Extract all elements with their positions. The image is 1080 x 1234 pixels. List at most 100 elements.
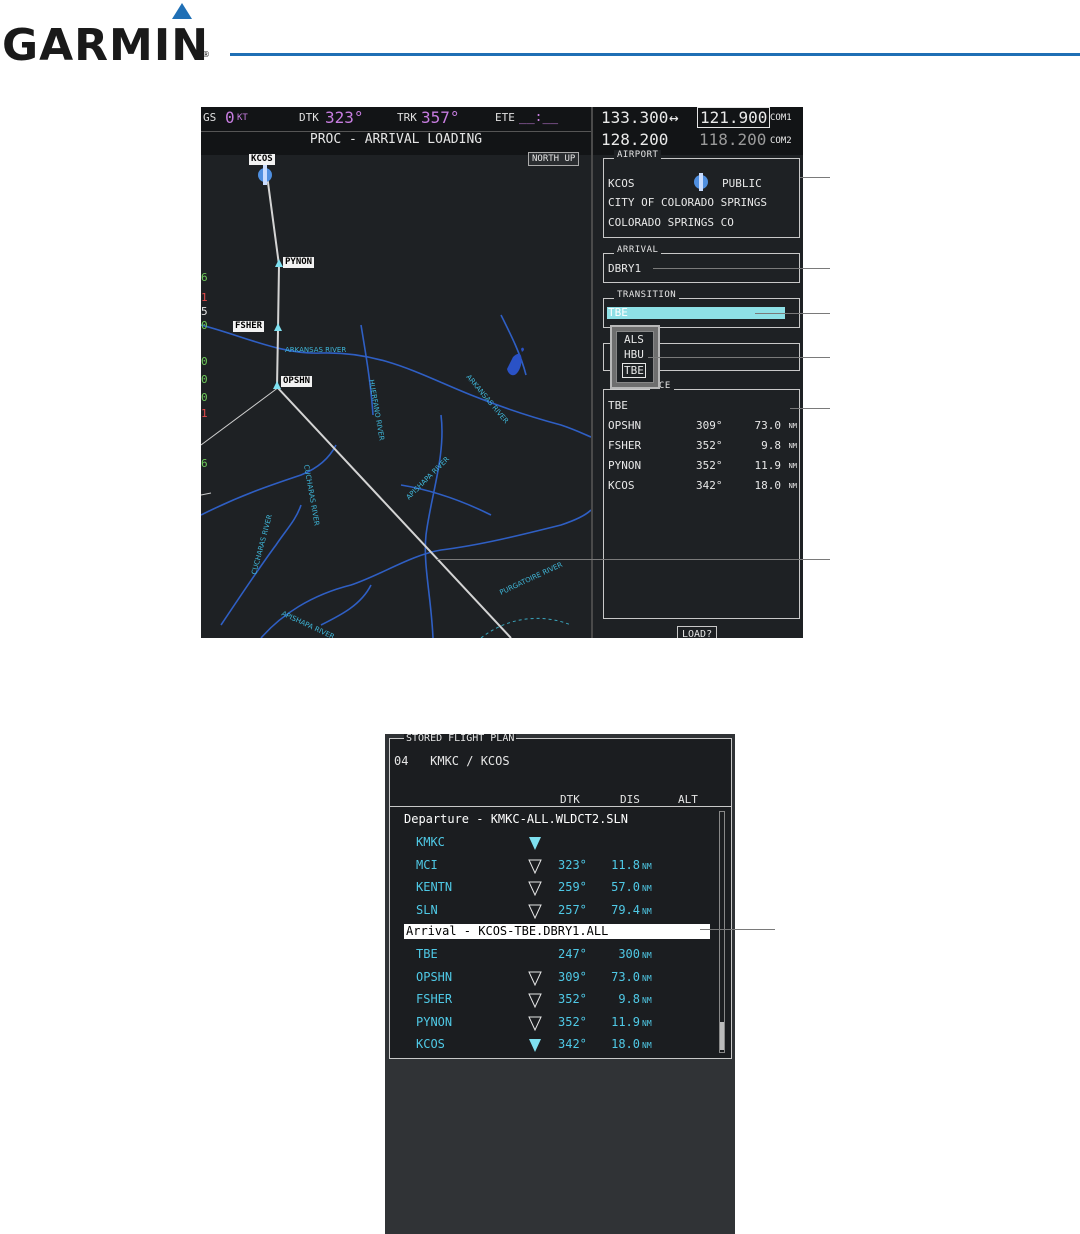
leg-arrow-icon	[528, 859, 542, 874]
com-frequency-box: 133.300 ↔ 121.900 COM1 128.200 118.200 C…	[593, 107, 803, 155]
swap-arrow-icon: ↔	[669, 108, 679, 127]
leg-distance-unit: NM	[642, 951, 652, 960]
airport-ident: KCOS	[608, 177, 635, 190]
flight-plan-row[interactable]: MCI 323° 11.8 NM	[390, 858, 710, 876]
scrollbar[interactable]	[719, 811, 725, 1053]
callout-line	[790, 408, 830, 409]
column-header-alt: ALT	[678, 793, 698, 806]
fsher-waypoint-icon[interactable]	[274, 323, 282, 331]
leg-distance-unit: NM	[642, 1018, 652, 1028]
flight-plan-row[interactable]: TBE 247° 300 NM	[390, 947, 710, 965]
sequence-dtk: 352°	[696, 459, 723, 472]
pynon-waypoint-icon[interactable]	[275, 259, 283, 267]
svg-text:0: 0	[201, 391, 208, 404]
svg-text:5: 5	[201, 305, 208, 318]
sequence-dtk: 342°	[696, 479, 723, 492]
leg-dtk: 309°	[558, 969, 587, 984]
river-label: CUCHARAS RIVER	[302, 464, 321, 527]
flight-plan-row[interactable]: SLN 257° 79.4 NM	[390, 903, 710, 921]
header-rule	[230, 53, 1080, 56]
flight-plan-row[interactable]: KENTN 259° 57.0 NM	[390, 880, 710, 898]
flight-plan-row[interactable]: KMKC	[390, 835, 710, 853]
airport-city: CITY OF COLORADO SPRINGS	[608, 196, 767, 209]
river-label: ARKANSAS RIVER	[285, 346, 346, 354]
com1-label: COM1	[770, 113, 792, 123]
active-leg-icon	[529, 1039, 541, 1052]
river-label: CUCHARAS RIVER	[250, 513, 274, 575]
river-label: ARKANSAS RIVER	[464, 373, 510, 425]
airport-type: PUBLIC	[722, 177, 762, 190]
sequence-distance: 11.9	[754, 459, 782, 472]
scrollbar-thumb[interactable]	[720, 1022, 724, 1050]
com1-active[interactable]: 133.300	[601, 108, 668, 127]
callout-line	[648, 357, 830, 358]
waypoint-label-fsher: FSHER	[233, 321, 265, 332]
waypoint-ident: KENTN	[416, 880, 453, 894]
kcos-airport-icon[interactable]	[258, 165, 272, 185]
airport-panel: AIRPORT KCOS PUBLIC CITY OF COLORADO SPR…	[603, 150, 800, 238]
flight-plan-row[interactable]: FSHER 352° 9.8 NM	[390, 992, 710, 1010]
river-label: APISHAPA RIVER	[280, 610, 335, 638]
navigation-map[interactable]: 6 1 5 0 0 0 0 1 6 ARKANSAS RIVER HUERFAN…	[201, 155, 591, 638]
trk-value: 357°	[421, 108, 460, 127]
flight-plan-row[interactable]: PYNON 352° 11.9 NM	[390, 1015, 710, 1033]
callout-line	[700, 929, 775, 930]
flight-plan-row[interactable]: OPSHN 309° 73.0 NM	[390, 970, 710, 988]
com1-standby[interactable]: 121.900	[697, 107, 771, 128]
svg-text:6: 6	[201, 457, 208, 470]
leg-distance: 73.0	[611, 969, 640, 984]
arrival-header-highlight[interactable]: Arrival - KCOS-TBE.DBRY1.ALL	[404, 924, 710, 939]
dtk-label: DTK	[299, 111, 319, 124]
column-header-dtk: DTK	[560, 793, 580, 806]
lake-icon	[507, 353, 522, 376]
waypoint-ident: KMKC	[416, 835, 445, 849]
sequence-start: TBE	[608, 399, 628, 412]
transition-option[interactable]: ALS	[624, 333, 644, 346]
leg-dtk: 352°	[558, 992, 587, 1006]
waypoint-label-kcos: KCOS	[249, 154, 275, 165]
arrival-header[interactable]: Arrival - KCOS-TBE.DBRY1.ALL	[406, 924, 608, 938]
transition-panel-title: TRANSITION	[614, 290, 680, 300]
transition-selection[interactable]: TBE	[608, 306, 628, 319]
sequence-distance: 73.0	[754, 419, 782, 432]
leg-distance: 79.4	[611, 902, 640, 917]
svg-text:1: 1	[201, 291, 208, 304]
com2-standby[interactable]: 118.200	[699, 130, 766, 149]
orientation-label: NORTH UP	[528, 152, 580, 166]
leg-distance: 57.0	[611, 880, 640, 894]
active-leg-icon	[529, 837, 541, 850]
gs-value: 0	[225, 108, 235, 127]
callout-line	[436, 559, 830, 560]
transition-option[interactable]: HBU	[624, 348, 644, 361]
sequence-dtk: 352°	[696, 439, 723, 452]
ete-value: __:__	[519, 110, 559, 125]
leg-distance-unit: NM	[642, 884, 652, 893]
sequence-distance-unit: NM	[788, 462, 797, 470]
leg-dtk: 352°	[558, 1014, 587, 1029]
stored-flight-plan-screen: STORED FLIGHT PLAN 04 KMKC / KCOS DTK DI…	[385, 734, 735, 1234]
leg-dtk: 323°	[558, 857, 587, 872]
garmin-triangle-icon	[172, 3, 192, 19]
waypoint-ident: TBE	[416, 947, 438, 961]
svg-text:6: 6	[201, 271, 208, 284]
leg-distance-unit: NM	[642, 996, 652, 1005]
waypoint-ident: OPSHN	[416, 969, 453, 984]
flight-plan-row[interactable]: KCOS 342° 18.0 NM	[390, 1037, 710, 1055]
sequence-distance-unit: NM	[788, 422, 797, 430]
arrival-selection[interactable]: DBRY1	[608, 262, 641, 275]
waypoint-ident: MCI	[416, 857, 438, 872]
sequence-waypoint: FSHER	[608, 439, 642, 452]
sequence-waypoint: PYNON	[608, 459, 642, 472]
sequence-dtk: 309°	[696, 419, 723, 432]
com2-active[interactable]: 128.200	[601, 130, 668, 149]
transition-option-selected[interactable]: TBE	[622, 363, 646, 378]
sequence-distance: 9.8	[761, 439, 781, 452]
waypoint-ident: PYNON	[416, 1014, 453, 1029]
arrival-panel-title: ARRIVAL	[614, 245, 662, 255]
river-label: PURGATOIRE RIVER	[498, 561, 563, 597]
leg-dtk: 259°	[558, 880, 587, 894]
sequence-distance-unit: NM	[788, 482, 797, 490]
svg-text:0: 0	[201, 355, 208, 368]
load-button[interactable]: LOAD?	[677, 626, 718, 638]
opshn-waypoint-icon[interactable]	[273, 381, 281, 389]
